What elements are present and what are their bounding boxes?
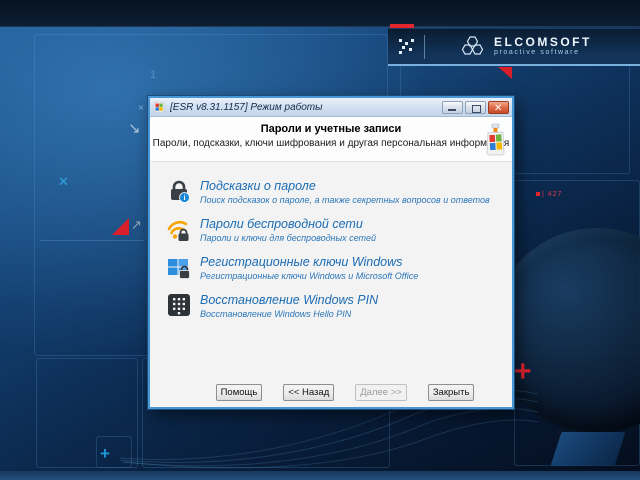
dot-matrix-icon [399,39,414,54]
small-cross-decor-icon: × [138,103,144,114]
item-title: Регистрационные ключи Windows [200,255,418,269]
item-description: Пароли и ключи для беспроводных сетей [200,233,376,243]
list-item-wireless-passwords[interactable]: Пароли беспроводной сети Пароли и ключи … [167,217,512,243]
item-title: Подсказки о пароле [200,179,490,193]
page-subtitle: Пароли, подсказки, ключи шифрования и др… [150,138,512,149]
list-item-windows-keys[interactable]: Регистрационные ключи Windows Регистраци… [167,255,512,281]
back-button[interactable]: << Назад [283,384,334,401]
password-hint-lock-icon: i [167,179,191,203]
red-plus-decor: + [514,362,532,382]
arrow-se-icon: ↘ [128,119,141,137]
close-window-button[interactable]: ✕ [488,101,509,114]
titlebar[interactable]: [ESR v8.31.1157] Режим работы ✕ [150,98,512,117]
counter-label: | 427 [536,191,562,198]
wifi-lock-icon [167,217,191,241]
help-button[interactable]: Помощь [216,384,263,401]
close-button[interactable]: Закрыть [428,384,475,401]
maximize-icon [472,105,481,113]
panel-number-label: 1 [150,69,156,81]
red-triangle-banner-decor [498,67,512,79]
windows-lock-icon [167,255,191,279]
item-title: Восстановление Windows PIN [200,293,378,307]
list-item-windows-pin[interactable]: Восстановление Windows PIN Восстановлени… [167,293,512,319]
cross-decor-icon: ✕ [58,174,69,190]
close-icon: ✕ [494,103,502,114]
desktop-top-band [0,0,640,27]
minimize-icon [448,109,456,111]
page-title: Пароли и учетные записи [150,117,512,135]
item-description: Поиск подсказок о пароле, а также секрет… [200,195,490,205]
elcomsoft-hexagon-logo-icon [461,35,487,59]
item-description: Регистрационные ключи Windows и Microsof… [200,271,418,281]
brand-banner: ELCOMSOFT proactive software [388,28,640,66]
item-title: Пароли беспроводной сети [200,217,376,231]
app-icon [153,101,165,113]
dialog-footer: Помощь << Назад Далее >> Закрыть [150,384,512,401]
svg-text:i: i [183,193,185,202]
maximize-button[interactable] [465,101,486,114]
red-square-decor [536,192,540,196]
list-item-password-hints[interactable]: i Подсказки о пароле Поиск подсказок о п… [167,179,512,205]
brand-tagline: proactive software [494,48,592,57]
pin-pad-icon [167,293,191,317]
banner-divider [424,35,425,59]
window-title: [ESR v8.31.1157] Режим работы [170,102,440,113]
desktop-grid-line [40,240,144,241]
minimize-button[interactable] [442,101,463,114]
mode-list: i Подсказки о пароле Поиск подсказок о п… [150,162,512,319]
blue-box-decor [550,432,625,466]
cyan-plus-decor: + [100,444,110,464]
brand-name: ELCOMSOFT [494,36,592,48]
red-triangle-decor [112,218,129,235]
esr-dialog-window: [ESR v8.31.1157] Режим работы ✕ Пароли и… [148,96,514,409]
dialog-header: Пароли и учетные записи Пароли, подсказк… [150,117,512,162]
item-description: Восстановление Windows Hello PIN [200,309,378,319]
next-button[interactable]: Далее >> [355,384,407,401]
arrow-ne-icon: ↗ [131,217,142,233]
esr-spray-icon [481,123,509,157]
